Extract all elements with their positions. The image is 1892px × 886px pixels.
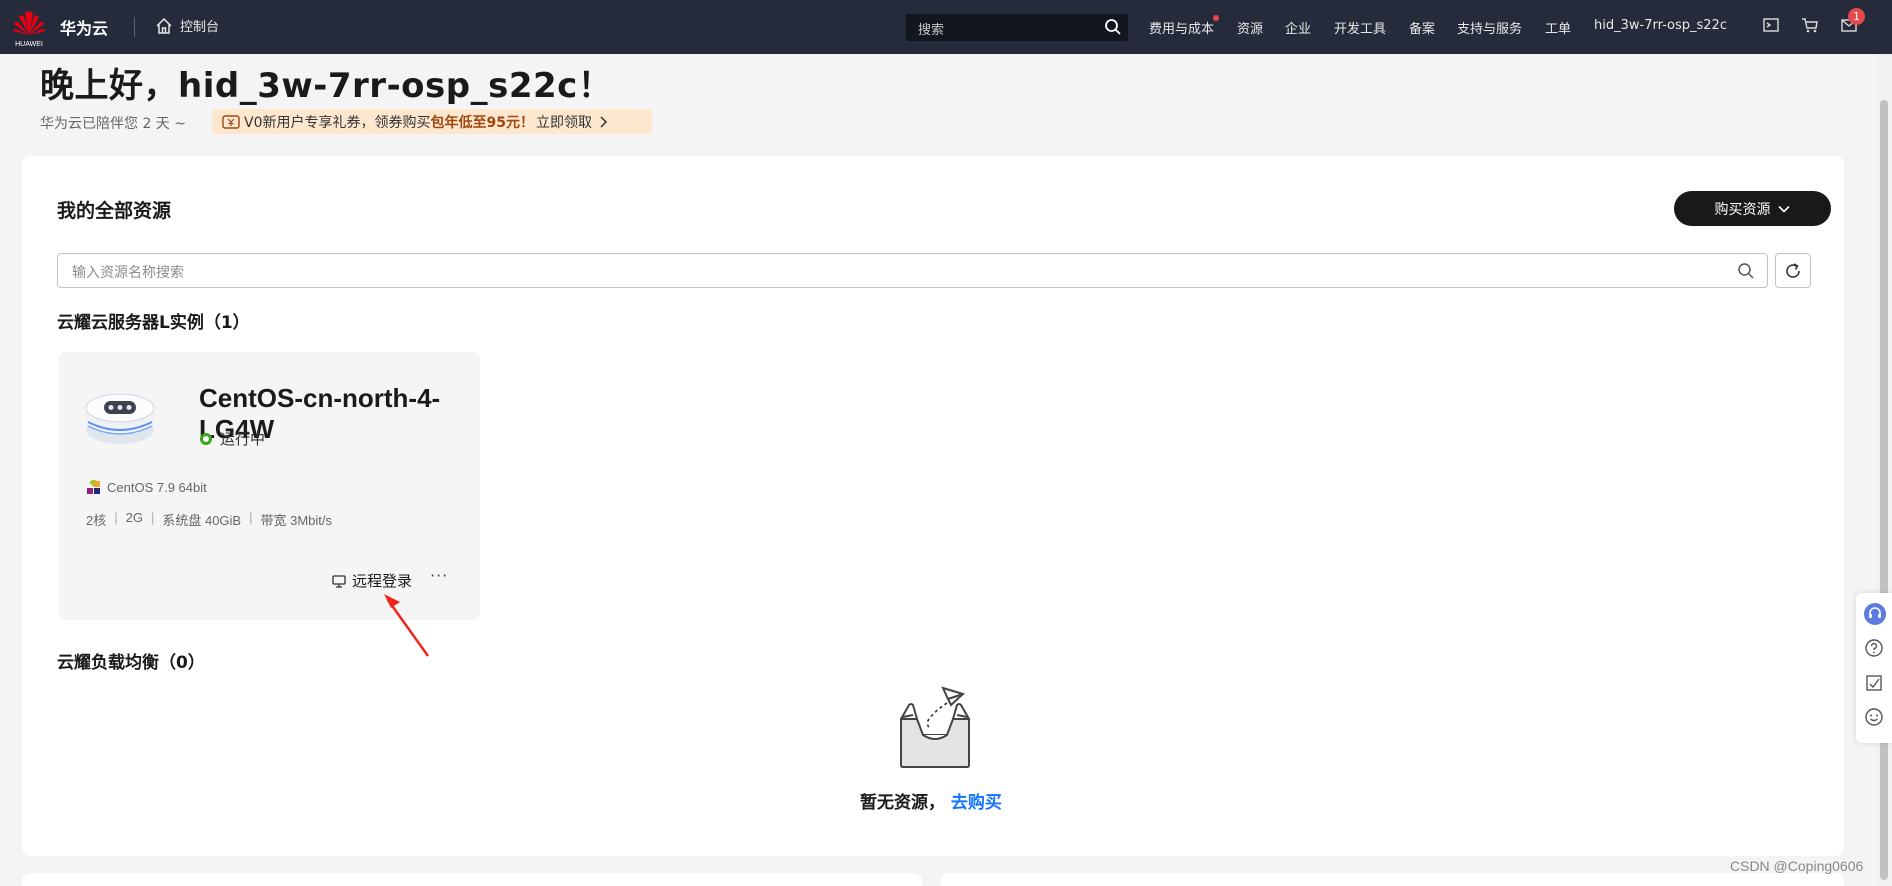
flexus-lb-group-title: 云耀负载均衡（0） [57, 653, 205, 673]
promo-highlight: 包年低至95元！ [430, 114, 534, 131]
centos-icon [87, 480, 100, 494]
huawei-flower-icon [13, 11, 45, 35]
brand-name[interactable]: 华为云 [60, 15, 108, 39]
nav-cost[interactable]: 费用与成本 [1149, 18, 1214, 37]
spec-bandwidth: 带宽 3Mbit/s [260, 513, 333, 528]
message-badge: 1 [1848, 8, 1865, 25]
remote-desktop-icon [332, 574, 346, 588]
search-icon[interactable] [1737, 262, 1755, 280]
terminal-icon[interactable] [1762, 16, 1780, 34]
empty-state-message: 暂无资源， 去购买 [860, 788, 1002, 813]
flexus-l-group-title: 云耀云服务器L实例（1） [57, 313, 250, 333]
spec-cpu: 2核 [86, 513, 107, 528]
customer-service-icon[interactable] [1864, 603, 1886, 625]
promo-action[interactable]: 立即领取 [536, 112, 592, 132]
instance-os: CentOS 7.9 64bit [86, 480, 207, 495]
running-status-icon [200, 432, 212, 445]
spec-separator: | [114, 510, 118, 525]
more-actions-button[interactable]: ··· [430, 566, 448, 585]
chevron-right-icon [600, 115, 608, 128]
go-buy-link[interactable]: 去购买 [951, 793, 1002, 813]
nav-enterprise[interactable]: 企业 [1285, 18, 1311, 37]
bottom-card-right [941, 873, 1844, 886]
global-search-placeholder: 搜索 [918, 23, 945, 38]
chevron-down-icon [1777, 205, 1790, 213]
spec-separator: | [150, 510, 155, 525]
spec-separator: | [249, 510, 253, 525]
buy-resources-button[interactable]: 购买资源 [1674, 191, 1831, 226]
instance-os-label: CentOS 7.9 64bit [107, 480, 207, 495]
nav-filing[interactable]: 备案 [1409, 18, 1435, 37]
console-link[interactable]: 控制台 [155, 16, 219, 35]
instance-specs: 2核 | 2G | 系统盘 40GiB | 带宽 3Mbit/s [86, 510, 332, 529]
search-icon[interactable] [1104, 18, 1122, 36]
nav-divider [134, 17, 135, 37]
instance-status-label: 运行中 [220, 430, 266, 448]
help-icon[interactable] [1864, 638, 1884, 658]
promo-text: V0新用户专享礼券，领券购买 [244, 114, 431, 131]
empty-inbox-icon [900, 686, 970, 768]
refresh-button[interactable] [1775, 253, 1811, 288]
all-resources-title: 我的全部资源 [57, 200, 172, 222]
nav-support[interactable]: 支持与服务 [1457, 18, 1522, 37]
remote-login-label: 远程登录 [352, 572, 413, 590]
home-icon [156, 17, 172, 34]
spec-disk: 系统盘 40GiB [162, 513, 242, 528]
days-with-huawei: 华为云已陪伴您 2 天 ~ [40, 116, 186, 132]
global-search-input[interactable]: 搜索 [906, 14, 1128, 41]
instance-status: 运行中 [200, 428, 265, 449]
buy-resources-label: 购买资源 [1714, 201, 1771, 218]
nav-dev-tools[interactable]: 开发工具 [1334, 18, 1386, 37]
nav-cost-dot [1213, 15, 1219, 21]
console-label: 控制台 [180, 20, 220, 35]
resource-search-input[interactable]: 输入资源名称搜索 [57, 253, 1768, 288]
nav-ticket[interactable]: 工单 [1545, 18, 1571, 37]
instance-card[interactable]: CentOS-cn-north-4-LG4W 运行中 CentOS 7.9 64… [58, 352, 480, 620]
greeting-title: 晚上好，hid_3w-7rr-osp_s22c！ [40, 66, 613, 106]
feedback-icon[interactable] [1864, 673, 1884, 693]
floating-toolbar [1856, 593, 1892, 743]
nav-resources[interactable]: 资源 [1237, 18, 1263, 37]
top-navigation-bar: HUAWEI 华为云 控制台 搜索 费用与成本 资源 企业 开发工具 备案 支持… [0, 0, 1892, 54]
nav-username[interactable]: hid_3w-7rr-osp_s22c [1594, 18, 1727, 33]
coupon-icon [222, 114, 240, 129]
spec-memory: 2G [125, 510, 143, 525]
refresh-icon [1786, 262, 1800, 278]
annotation-arrow-icon [384, 594, 430, 657]
huawei-logo[interactable]: HUAWEI [12, 9, 46, 48]
logo-wordmark: HUAWEI [15, 41, 43, 48]
promo-banner[interactable]: V0新用户专享礼券，领券购买 包年低至95元！ 立即领取 [212, 109, 652, 134]
bottom-card-left [22, 873, 922, 886]
smiley-icon[interactable] [1864, 707, 1884, 727]
remote-login-button[interactable]: 远程登录 [332, 570, 412, 591]
cloud-server-icon [85, 393, 155, 444]
scrollbar-thumb[interactable] [1880, 100, 1888, 880]
cart-icon[interactable] [1801, 16, 1819, 34]
resource-search-placeholder: 输入资源名称搜索 [72, 265, 184, 281]
csdn-watermark: CSDN @Coping0606 [1730, 858, 1864, 874]
empty-state-text: 暂无资源， [860, 793, 945, 813]
